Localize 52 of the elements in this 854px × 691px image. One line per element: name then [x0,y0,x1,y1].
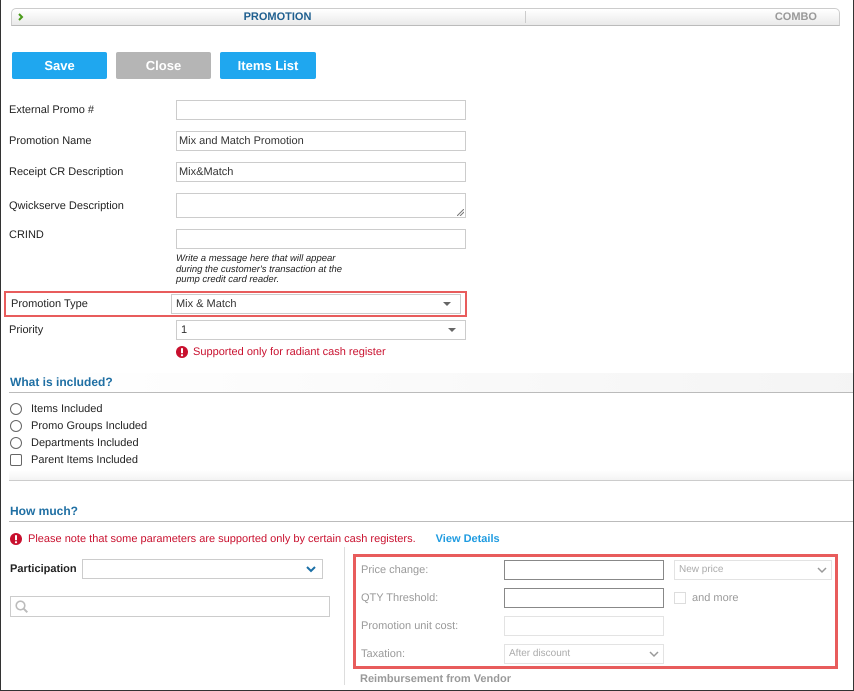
field-label: Promotion unit cost: [361,620,460,632]
action-button[interactable]: Items List [220,52,316,79]
resize-grip-icon[interactable] [457,209,464,216]
field-label: Taxation: [361,648,406,660]
caret-icon [649,650,659,658]
text-field[interactable] [176,100,466,120]
section-heading: Reimbursement from Vendor [359,672,512,684]
radio-button[interactable] [10,420,22,432]
field-label: Price change: [361,564,430,576]
search-field[interactable] [10,596,330,616]
caret-icon [442,300,452,308]
checkbox[interactable] [10,454,22,466]
help-text: Write a message here that will appear during the customer's transaction at the pump credit card reader. [176,254,344,286]
option-label: Promo Groups Included [31,420,148,432]
tab[interactable]: COMBO [526,11,839,23]
radio-button[interactable] [10,436,22,448]
text-field[interactable] [176,229,466,249]
option-label: Items Included [31,402,103,414]
caret-icon [817,566,827,574]
search-icon [15,600,28,612]
field-label: Priority [9,324,44,336]
radio-button[interactable] [10,402,22,414]
warning-icon [176,346,188,358]
checkbox-label: and more [692,592,738,604]
dropdown[interactable]: New price [674,560,832,580]
section-heading: How much? [9,502,853,522]
view-details-link[interactable]: View Details [436,532,500,544]
text-field[interactable] [504,560,664,580]
text-field[interactable] [504,588,664,608]
field-label: Participation [10,562,77,574]
dropdown[interactable]: Mix & Match [171,294,461,314]
field-label: Promotion Name [9,135,93,147]
field-label: Promotion Type [11,298,89,310]
warning-text: Supported only for radiant cash register [193,346,386,358]
caret-icon [447,326,457,334]
dropdown[interactable]: 1 [176,320,466,340]
field-label: QTY Threshold: [361,592,440,604]
tab[interactable]: PROMOTION [30,11,526,23]
section-heading: What is included? [9,372,853,392]
field-label: CRIND [9,229,45,241]
field-label: Qwickserve Description [9,200,125,212]
option-label: Parent Items Included [31,454,138,466]
field-label: External Promo # [9,104,95,116]
warning-text: Please note that some parameters are supported only by certain cash registers. [28,532,416,544]
warning-icon [10,532,22,544]
field-label: Receipt CR Description [9,166,124,178]
option-label: Departments Included [31,436,139,448]
action-button[interactable]: Save [12,52,107,79]
text-field[interactable]: Mix and Match Promotion [176,131,466,151]
dropdown[interactable]: After discount [504,644,664,664]
chevron-icon [306,564,316,572]
text-field[interactable]: Mix&Match [176,162,466,182]
